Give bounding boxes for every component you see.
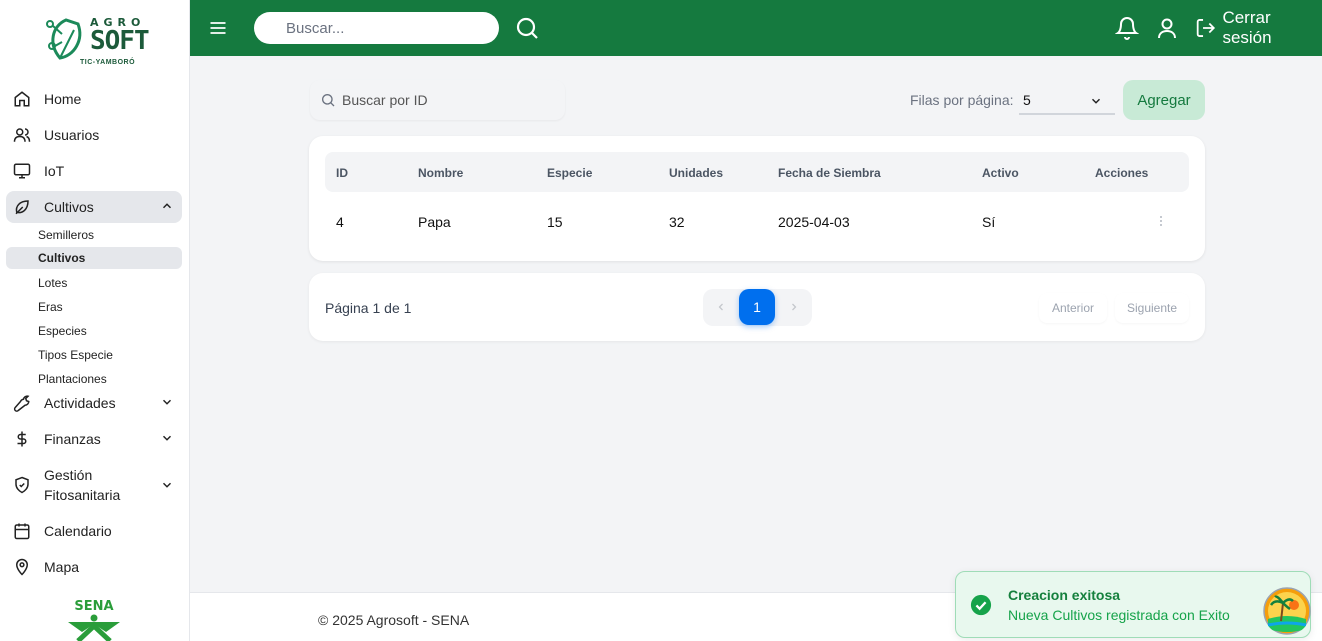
sidebar-item-label: Calendario	[44, 523, 112, 539]
sidebar-item-gestion-fitosanitaria[interactable]: Gestión Fitosanitaria	[6, 463, 182, 507]
add-button[interactable]: Agregar	[1123, 80, 1205, 120]
calendar-icon	[12, 521, 32, 541]
chevron-down-icon	[162, 399, 172, 405]
search-icon	[322, 94, 335, 107]
global-search-input[interactable]	[254, 12, 499, 44]
palm-island-icon	[1263, 587, 1311, 635]
logo-tagline: TIC-YAMBORÓ	[80, 59, 136, 66]
submenu-item-semilleros[interactable]: Semilleros	[6, 224, 182, 246]
cell-nombre: Papa	[418, 214, 451, 230]
dollar-icon	[12, 429, 32, 449]
chevron-down-icon	[162, 435, 172, 441]
rows-per-page-label: Filas por página:	[910, 92, 1014, 108]
id-search-field[interactable]	[310, 80, 565, 120]
sidebar-item-label: IoT	[44, 163, 65, 179]
sidebar-item-label: Actividades	[44, 395, 116, 411]
cell-especie: 15	[547, 214, 563, 230]
shield-check-icon	[12, 475, 32, 495]
cell-id: 4	[336, 214, 344, 230]
id-search-input[interactable]	[342, 92, 552, 108]
column-header-especie[interactable]: Especie	[547, 166, 592, 180]
chevron-down-icon	[162, 482, 172, 488]
table-header: ID Nombre Especie Unidades Fecha de Siem…	[325, 152, 1189, 192]
wrench-icon	[12, 393, 32, 413]
previous-page-button[interactable]: Anterior	[1039, 293, 1107, 323]
leaf-icon	[12, 197, 32, 217]
page-number-current[interactable]: 1	[739, 289, 775, 325]
rows-per-page-value: 5	[1023, 92, 1031, 108]
chevron-right-icon[interactable]	[788, 301, 800, 313]
sidebar-item-calendario[interactable]: Calendario	[6, 515, 182, 547]
submenu-item-plantaciones[interactable]: Plantaciones	[6, 368, 182, 384]
submenu-item-tipos-especie[interactable]: Tipos Especie	[6, 344, 182, 366]
logo-soft-text: SOFT	[90, 26, 150, 56]
copyright-text: © 2025 Agrosoft - SENA	[318, 612, 470, 628]
sidebar: AGRO SOFT TIC-YAMBORÓ Home Usuarios IoT …	[0, 0, 190, 641]
page-selector: 1	[703, 289, 812, 326]
logout-icon	[1196, 19, 1216, 37]
success-toast[interactable]: Creacion exitosa Nueva Cultivos registra…	[955, 571, 1311, 638]
logout-label: Cerrar sesión	[1222, 8, 1272, 47]
sidebar-item-label: Home	[44, 91, 82, 107]
next-page-button[interactable]: Siguiente	[1115, 293, 1189, 323]
check-circle-icon	[970, 594, 992, 616]
sidebar-item-finanzas[interactable]: Finanzas	[6, 423, 182, 455]
top-header: Cerrar sesión	[190, 0, 1322, 56]
cell-activo: Sí	[982, 214, 996, 230]
cell-unidades: 32	[669, 214, 685, 230]
monitor-icon	[12, 161, 32, 181]
sidebar-item-cultivos[interactable]: Cultivos	[6, 191, 182, 223]
sena-logo-text: SENA	[74, 599, 113, 614]
sena-logo: SENA	[64, 596, 124, 641]
toast-title: Creacion exitosa	[1008, 587, 1121, 603]
home-icon	[12, 89, 32, 109]
sidebar-item-iot[interactable]: IoT	[6, 155, 182, 187]
sidebar-item-label-line1: Gestión	[44, 467, 93, 483]
cell-fecha-siembra: 2025-04-03	[778, 214, 850, 230]
sidebar-item-mapa[interactable]: Mapa	[6, 551, 182, 583]
sidebar-item-label: Mapa	[44, 559, 80, 575]
chevron-down-icon	[1091, 98, 1101, 104]
pagination-bar: Página 1 de 1 1 Anterior Siguiente	[309, 273, 1205, 341]
column-header-fecha-siembra[interactable]: Fecha de Siembra	[778, 166, 881, 180]
bell-icon[interactable]	[1115, 16, 1139, 40]
row-actions-kebab-icon[interactable]	[1159, 214, 1163, 228]
sidebar-item-label: Cultivos	[44, 199, 94, 215]
sidebar-item-usuarios[interactable]: Usuarios	[6, 119, 182, 151]
column-header-nombre[interactable]: Nombre	[418, 166, 463, 180]
chevron-left-icon[interactable]	[715, 301, 727, 313]
users-icon	[12, 125, 32, 145]
sidebar-item-label: Gestión Fitosanitaria	[44, 465, 120, 505]
sidebar-item-label: Finanzas	[44, 431, 101, 447]
column-header-activo[interactable]: Activo	[982, 166, 1019, 180]
cultivos-submenu: Semilleros Cultivos Lotes Eras Especies …	[0, 224, 190, 384]
chevron-up-icon	[162, 203, 172, 209]
agrosoft-logo[interactable]: AGRO SOFT TIC-YAMBORÓ	[40, 12, 150, 72]
map-pin-icon	[12, 557, 32, 577]
submenu-item-eras[interactable]: Eras	[6, 296, 182, 318]
toast-message: Nueva Cultivos registrada con Exito	[1008, 607, 1230, 623]
page-info: Página 1 de 1	[325, 300, 412, 316]
submenu-item-lotes[interactable]: Lotes	[6, 272, 182, 294]
column-header-acciones: Acciones	[1095, 166, 1149, 180]
logout-button[interactable]: Cerrar sesión	[1195, 8, 1322, 47]
sidebar-item-actividades[interactable]: Actividades	[6, 387, 182, 419]
sidebar-item-home[interactable]: Home	[6, 83, 182, 115]
submenu-item-cultivos[interactable]: Cultivos	[6, 247, 182, 269]
search-icon[interactable]	[515, 16, 539, 40]
sidebar-item-label: Usuarios	[44, 127, 100, 143]
rows-per-page-select[interactable]: 5	[1019, 86, 1115, 115]
sidebar-item-label-line2: Fitosanitaria	[44, 487, 121, 503]
column-header-id[interactable]: ID	[336, 166, 348, 180]
user-icon[interactable]	[1155, 16, 1179, 40]
cultivos-table: ID Nombre Especie Unidades Fecha de Siem…	[309, 136, 1205, 261]
assistant-avatar[interactable]	[1263, 587, 1311, 635]
submenu-item-especies[interactable]: Especies	[6, 320, 182, 342]
column-header-unidades[interactable]: Unidades	[669, 166, 723, 180]
hamburger-menu-icon[interactable]	[208, 18, 228, 38]
